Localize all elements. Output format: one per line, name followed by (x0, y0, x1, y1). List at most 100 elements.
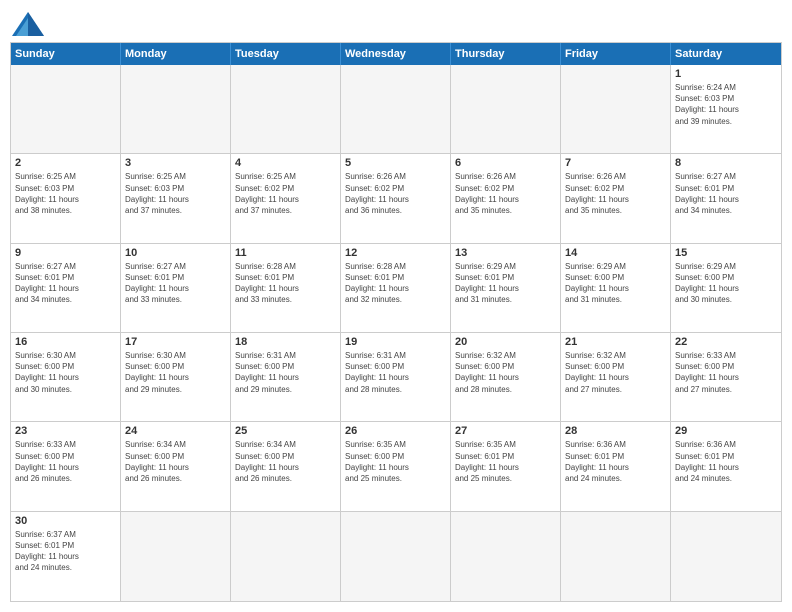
day-number: 4 (235, 157, 336, 169)
day-number: 5 (345, 157, 446, 169)
cell-info: Sunrise: 6:28 AM Sunset: 6:01 PM Dayligh… (345, 261, 446, 306)
calendar-cell: 18 Sunrise: 6:31 AM Sunset: 6:00 PM Dayli… (231, 333, 341, 422)
calendar-grid: 1 Sunrise: 6:24 AM Sunset: 6:03 PM Daylig… (11, 65, 781, 601)
cell-info: Sunrise: 6:26 AM Sunset: 6:02 PM Dayligh… (345, 171, 446, 216)
cell-info: Sunrise: 6:27 AM Sunset: 6:01 PM Dayligh… (125, 261, 226, 306)
day-number: 22 (675, 336, 777, 348)
calendar-cell: 23 Sunrise: 6:33 AM Sunset: 6:00 PM Dayli… (11, 422, 121, 511)
day-number: 12 (345, 247, 446, 259)
day-number: 10 (125, 247, 226, 259)
cell-info: Sunrise: 6:26 AM Sunset: 6:02 PM Dayligh… (565, 171, 666, 216)
cell-info: Sunrise: 6:31 AM Sunset: 6:00 PM Dayligh… (345, 350, 446, 395)
day-number: 17 (125, 336, 226, 348)
cell-info: Sunrise: 6:32 AM Sunset: 6:00 PM Dayligh… (455, 350, 556, 395)
day-number: 7 (565, 157, 666, 169)
cell-info: Sunrise: 6:28 AM Sunset: 6:01 PM Dayligh… (235, 261, 336, 306)
day-number: 2 (15, 157, 116, 169)
calendar-cell (561, 65, 671, 154)
day-number: 26 (345, 425, 446, 437)
calendar-cell: 21 Sunrise: 6:32 AM Sunset: 6:00 PM Dayli… (561, 333, 671, 422)
calendar-cell (451, 65, 561, 154)
calendar-cell (341, 65, 451, 154)
calendar-cell: 3 Sunrise: 6:25 AM Sunset: 6:03 PM Daylig… (121, 154, 231, 243)
cell-info: Sunrise: 6:25 AM Sunset: 6:03 PM Dayligh… (125, 171, 226, 216)
day-number: 8 (675, 157, 777, 169)
day-number: 27 (455, 425, 556, 437)
calendar-cell: 17 Sunrise: 6:30 AM Sunset: 6:00 PM Dayli… (121, 333, 231, 422)
calendar-cell (561, 512, 671, 601)
day-number: 9 (15, 247, 116, 259)
day-number: 21 (565, 336, 666, 348)
cell-info: Sunrise: 6:31 AM Sunset: 6:00 PM Dayligh… (235, 350, 336, 395)
calendar-cell (231, 512, 341, 601)
calendar-cell: 6Sunrise: 6:26 AM Sunset: 6:02 PM Daylig… (451, 154, 561, 243)
cell-info: Sunrise: 6:25 AM Sunset: 6:03 PM Dayligh… (15, 171, 116, 216)
calendar-cell: 1 Sunrise: 6:24 AM Sunset: 6:03 PM Daylig… (671, 65, 781, 154)
cell-info: Sunrise: 6:33 AM Sunset: 6:00 PM Dayligh… (15, 439, 116, 484)
day-number: 1 (675, 68, 777, 80)
day-number: 25 (235, 425, 336, 437)
cell-info: Sunrise: 6:32 AM Sunset: 6:00 PM Dayligh… (565, 350, 666, 395)
day-number: 30 (15, 515, 116, 527)
cell-info: Sunrise: 6:29 AM Sunset: 6:00 PM Dayligh… (675, 261, 777, 306)
calendar-cell: 24 Sunrise: 6:34 AM Sunset: 6:00 PM Dayli… (121, 422, 231, 511)
cell-info: Sunrise: 6:37 AM Sunset: 6:01 PM Dayligh… (15, 529, 116, 574)
calendar-cell: 9 Sunrise: 6:27 AM Sunset: 6:01 PM Daylig… (11, 244, 121, 333)
day-number: 6 (455, 157, 556, 169)
cell-info: Sunrise: 6:29 AM Sunset: 6:01 PM Dayligh… (455, 261, 556, 306)
day-number: 11 (235, 247, 336, 259)
cell-info: Sunrise: 6:29 AM Sunset: 6:00 PM Dayligh… (565, 261, 666, 306)
calendar-cell: 29 Sunrise: 6:36 AM Sunset: 6:01 PM Dayli… (671, 422, 781, 511)
cell-info: Sunrise: 6:36 AM Sunset: 6:01 PM Dayligh… (675, 439, 777, 484)
calendar-cell (121, 65, 231, 154)
day-number: 23 (15, 425, 116, 437)
day-number: 14 (565, 247, 666, 259)
calendar-cell: 10 Sunrise: 6:27 AM Sunset: 6:01 PM Dayli… (121, 244, 231, 333)
day-number: 13 (455, 247, 556, 259)
day-number: 16 (15, 336, 116, 348)
cell-info: Sunrise: 6:30 AM Sunset: 6:00 PM Dayligh… (125, 350, 226, 395)
day-number: 28 (565, 425, 666, 437)
cell-info: Sunrise: 6:24 AM Sunset: 6:03 PM Dayligh… (675, 82, 777, 127)
header-sunday: Sunday (11, 43, 121, 65)
header-saturday: Saturday (671, 43, 781, 65)
calendar-cell: 25Sunrise: 6:34 AM Sunset: 6:00 PM Dayli… (231, 422, 341, 511)
calendar-cell: 13 Sunrise: 6:29 AM Sunset: 6:01 PM Dayli… (451, 244, 561, 333)
calendar-cell: 26 Sunrise: 6:35 AM Sunset: 6:00 PM Dayli… (341, 422, 451, 511)
cell-info: Sunrise: 6:34 AM Sunset: 6:00 PM Dayligh… (125, 439, 226, 484)
day-number: 3 (125, 157, 226, 169)
calendar-cell (231, 65, 341, 154)
calendar-cell (11, 65, 121, 154)
cell-info: Sunrise: 6:30 AM Sunset: 6:00 PM Dayligh… (15, 350, 116, 395)
cell-info: Sunrise: 6:27 AM Sunset: 6:01 PM Dayligh… (675, 171, 777, 216)
day-number: 24 (125, 425, 226, 437)
logo (10, 10, 44, 34)
calendar-cell: 19 Sunrise: 6:31 AM Sunset: 6:00 PM Dayli… (341, 333, 451, 422)
day-number: 18 (235, 336, 336, 348)
cell-info: Sunrise: 6:36 AM Sunset: 6:01 PM Dayligh… (565, 439, 666, 484)
calendar-cell: 30 Sunrise: 6:37 AM Sunset: 6:01 PM Dayli… (11, 512, 121, 601)
calendar-cell (671, 512, 781, 601)
calendar: Sunday Monday Tuesday Wednesday Thursday… (10, 42, 782, 602)
header-monday: Monday (121, 43, 231, 65)
cell-info: Sunrise: 6:33 AM Sunset: 6:00 PM Dayligh… (675, 350, 777, 395)
calendar-cell: 15Sunrise: 6:29 AM Sunset: 6:00 PM Dayli… (671, 244, 781, 333)
calendar-cell: 12 Sunrise: 6:28 AM Sunset: 6:01 PM Dayli… (341, 244, 451, 333)
cell-info: Sunrise: 6:35 AM Sunset: 6:00 PM Dayligh… (345, 439, 446, 484)
cell-info: Sunrise: 6:27 AM Sunset: 6:01 PM Dayligh… (15, 261, 116, 306)
calendar-cell: 22 Sunrise: 6:33 AM Sunset: 6:00 PM Dayli… (671, 333, 781, 422)
calendar-cell: 2 Sunrise: 6:25 AM Sunset: 6:03 PM Daylig… (11, 154, 121, 243)
calendar-cell: 20Sunrise: 6:32 AM Sunset: 6:00 PM Dayli… (451, 333, 561, 422)
calendar-cell: 5 Sunrise: 6:26 AM Sunset: 6:02 PM Daylig… (341, 154, 451, 243)
cell-info: Sunrise: 6:35 AM Sunset: 6:01 PM Dayligh… (455, 439, 556, 484)
calendar-cell (341, 512, 451, 601)
day-headers: Sunday Monday Tuesday Wednesday Thursday… (11, 43, 781, 65)
calendar-cell: 16 Sunrise: 6:30 AM Sunset: 6:00 PM Dayli… (11, 333, 121, 422)
calendar-cell: 28 Sunrise: 6:36 AM Sunset: 6:01 PM Dayli… (561, 422, 671, 511)
header-wednesday: Wednesday (341, 43, 451, 65)
day-number: 19 (345, 336, 446, 348)
calendar-cell: 4Sunrise: 6:25 AM Sunset: 6:02 PM Daylig… (231, 154, 341, 243)
day-number: 29 (675, 425, 777, 437)
header-thursday: Thursday (451, 43, 561, 65)
logo-icon (10, 10, 40, 34)
